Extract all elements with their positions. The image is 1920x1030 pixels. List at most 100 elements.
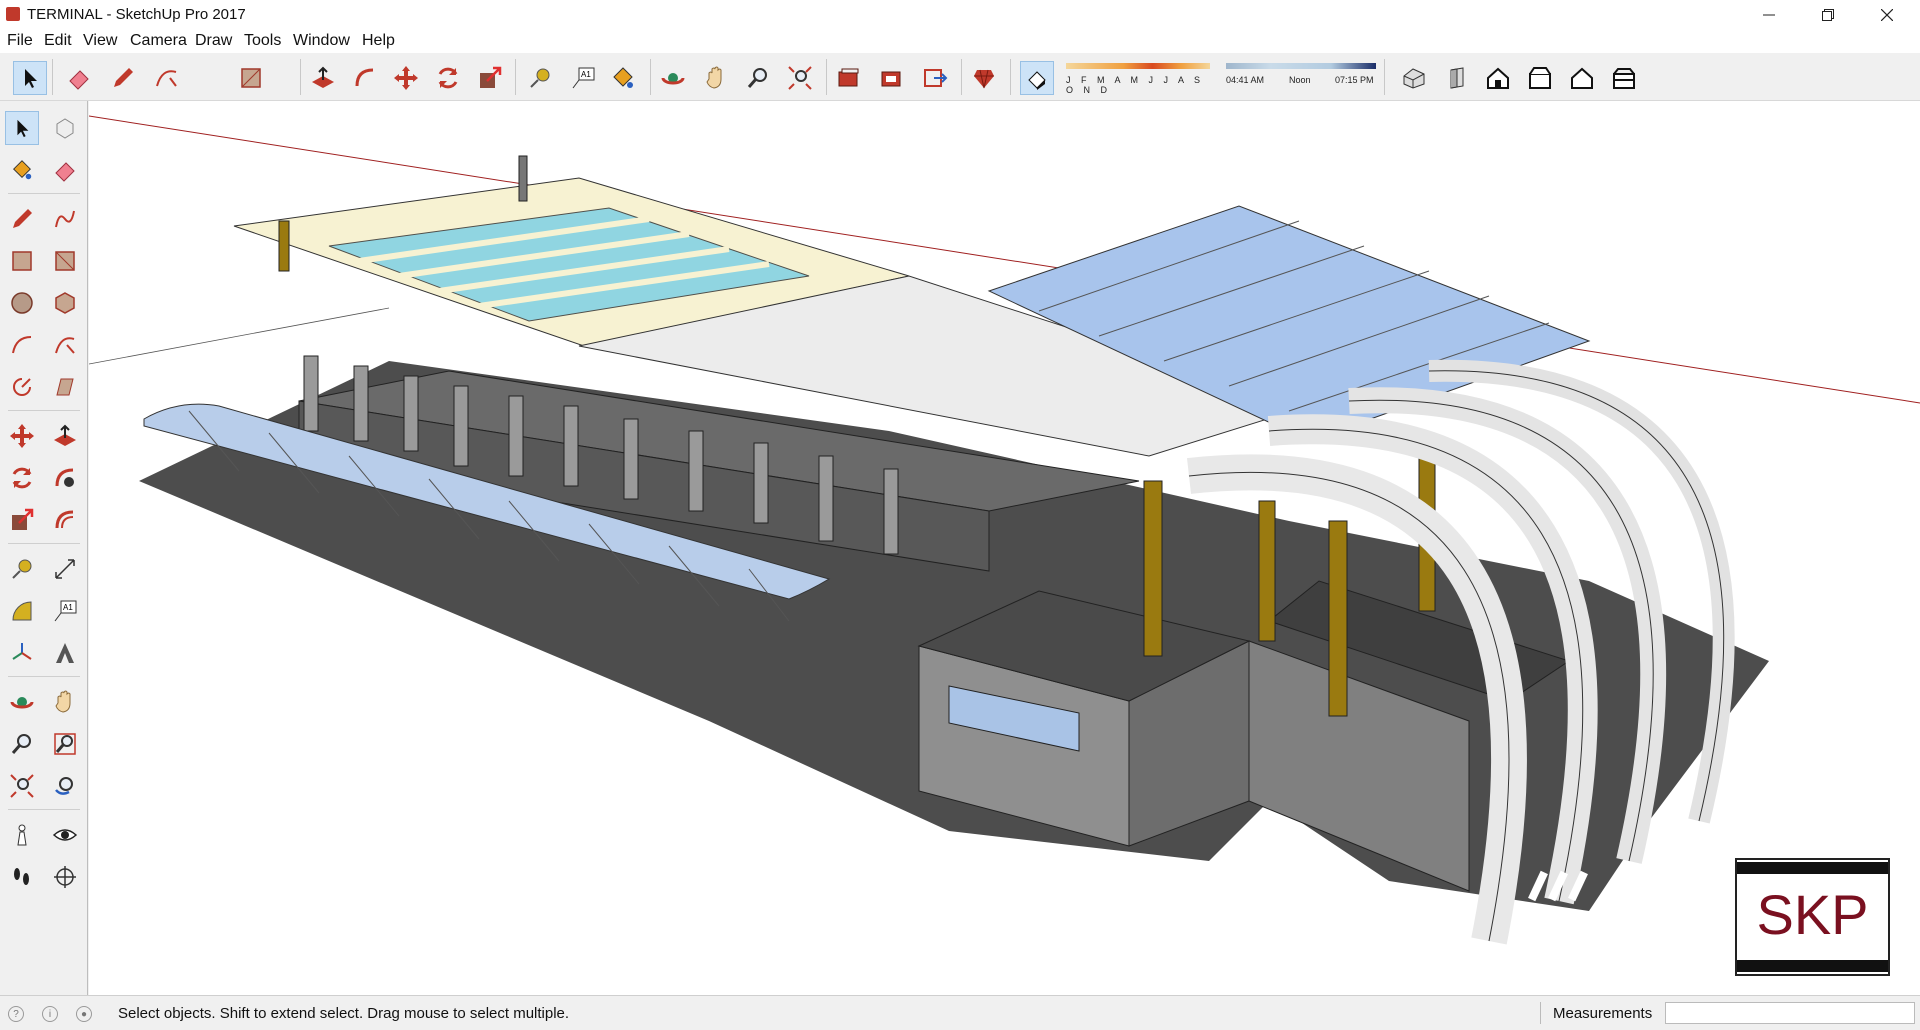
menu-camera[interactable]: Camera	[130, 32, 187, 50]
zoom-extents-button[interactable]	[783, 61, 817, 95]
menu-bar: File Edit View Camera Draw Tools Window …	[0, 29, 1920, 53]
dimension-icon	[55, 559, 75, 579]
left-pan-button[interactable]	[48, 685, 82, 719]
scale-tool-button[interactable]	[473, 61, 507, 95]
left-orbit-button[interactable]	[5, 685, 39, 719]
left-scale-button[interactable]	[5, 503, 39, 537]
left-text-button[interactable]: A1	[48, 594, 82, 628]
left-section-plane-button[interactable]	[48, 860, 82, 894]
left-zoom-window-button[interactable]	[48, 727, 82, 761]
left-follow-me-rotate-button[interactable]	[48, 461, 82, 495]
offset-tool-button[interactable]	[348, 61, 382, 95]
pencil-icon	[114, 68, 133, 87]
left-previous-view-button[interactable]	[48, 769, 82, 803]
menu-file[interactable]: File	[7, 32, 33, 50]
user-account-icon[interactable]: ●	[76, 1006, 92, 1022]
left-rectangle-button[interactable]	[5, 244, 39, 278]
zoom-tool-button[interactable]	[741, 61, 775, 95]
left-follow-me-button[interactable]	[48, 370, 82, 404]
front-view-button[interactable]	[1481, 61, 1515, 95]
paint-bucket-button[interactable]	[606, 61, 640, 95]
left-circle-button[interactable]	[5, 286, 39, 320]
ruby-console-button[interactable]	[967, 61, 1001, 95]
measurements-input[interactable]	[1665, 1002, 1915, 1024]
left-polygon-button[interactable]	[48, 286, 82, 320]
minimize-button[interactable]	[1740, 0, 1798, 29]
left-axes-button[interactable]	[5, 636, 39, 670]
circle-icon	[11, 292, 33, 314]
zoom-extents-icon	[788, 66, 812, 90]
push-pull-tool-button[interactable]	[306, 61, 340, 95]
back-view-button[interactable]	[1565, 61, 1599, 95]
menu-window[interactable]: Window	[293, 32, 350, 50]
left-rotate-button[interactable]	[5, 461, 39, 495]
left-make-component-button[interactable]	[48, 111, 82, 145]
geo-location-icon[interactable]: ?	[8, 1006, 24, 1022]
pan-tool-button[interactable]	[699, 61, 733, 95]
left-arc-button[interactable]	[5, 328, 39, 362]
left-zoom-extents-button[interactable]	[5, 769, 39, 803]
menu-edit[interactable]: Edit	[44, 32, 72, 50]
restore-button[interactable]	[1799, 0, 1857, 29]
rectangle-icon	[241, 68, 261, 88]
left-rotated-rectangle-button[interactable]	[48, 244, 82, 278]
left-3d-text-button[interactable]	[48, 636, 82, 670]
pencil-tool-button[interactable]	[106, 61, 140, 95]
left-offset-button[interactable]	[48, 503, 82, 537]
shadows-toggle-button[interactable]	[1020, 61, 1054, 95]
left-tape-measure-button[interactable]	[5, 552, 39, 586]
text-icon: A1	[54, 600, 77, 622]
send-to-layout-button[interactable]	[918, 61, 952, 95]
shadow-time-slider[interactable]	[1226, 63, 1376, 69]
orbit-icon	[10, 697, 34, 709]
left-eraser-button[interactable]	[48, 153, 82, 187]
left-pie-button[interactable]	[5, 370, 39, 404]
left-dimension-button[interactable]	[48, 552, 82, 586]
protractor-icon	[12, 601, 32, 621]
tape-measure-button[interactable]	[523, 61, 557, 95]
menu-help[interactable]: Help	[362, 32, 395, 50]
extension-warehouse-button[interactable]	[875, 61, 909, 95]
rectangle-tool-button[interactable]	[234, 61, 268, 95]
title-bar: TERMINAL - SketchUp Pro 2017	[0, 0, 1920, 29]
left-walk-button[interactable]	[5, 860, 39, 894]
eraser-tool-button[interactable]	[62, 61, 96, 95]
left-move-button[interactable]	[5, 419, 39, 453]
left-freehand-button[interactable]	[48, 202, 82, 236]
left-look-around-button[interactable]	[48, 818, 82, 852]
arc-tool-button[interactable]	[150, 61, 184, 95]
axes-icon	[12, 643, 32, 660]
left-push-pull-button[interactable]	[48, 419, 82, 453]
right-view-button[interactable]	[1523, 61, 1557, 95]
move-tool-button[interactable]	[389, 61, 423, 95]
top-view-button[interactable]	[1440, 61, 1474, 95]
rotate-tool-button[interactable]	[431, 61, 465, 95]
section-plane-icon	[54, 866, 76, 888]
restore-icon	[1822, 8, 1834, 21]
menu-tools[interactable]: Tools	[244, 32, 281, 50]
3d-warehouse-button[interactable]	[832, 61, 866, 95]
menu-draw[interactable]: Draw	[195, 32, 232, 50]
section-icon	[1613, 68, 1635, 89]
offset-icon	[55, 510, 74, 529]
text-tool-button[interactable]: A1	[566, 61, 600, 95]
left-zoom-button[interactable]	[5, 727, 39, 761]
shadow-month-slider[interactable]: J F M A M J J A S O N D	[1066, 63, 1210, 95]
left-paint-bucket-button[interactable]	[5, 153, 39, 187]
move-icon	[10, 424, 34, 448]
follow-me-icon	[355, 68, 374, 87]
select-tool-button[interactable]	[13, 61, 47, 95]
menu-view[interactable]: View	[83, 32, 117, 50]
iso-view-button[interactable]	[1397, 61, 1431, 95]
left-view-button[interactable]	[1607, 61, 1641, 95]
left-position-camera-button[interactable]	[5, 818, 39, 852]
left-protractor-button[interactable]	[5, 594, 39, 628]
left-pencil-button[interactable]	[5, 202, 39, 236]
close-button[interactable]	[1858, 0, 1916, 29]
orbit-tool-button[interactable]	[656, 61, 690, 95]
left-two-point-arc-button[interactable]	[48, 328, 82, 362]
credits-icon[interactable]: i	[42, 1006, 58, 1022]
month-labels: J F M A M J J A S O N D	[1066, 75, 1205, 95]
left-select-button[interactable]	[5, 111, 39, 145]
model-viewport[interactable]: SKP	[89, 101, 1920, 995]
